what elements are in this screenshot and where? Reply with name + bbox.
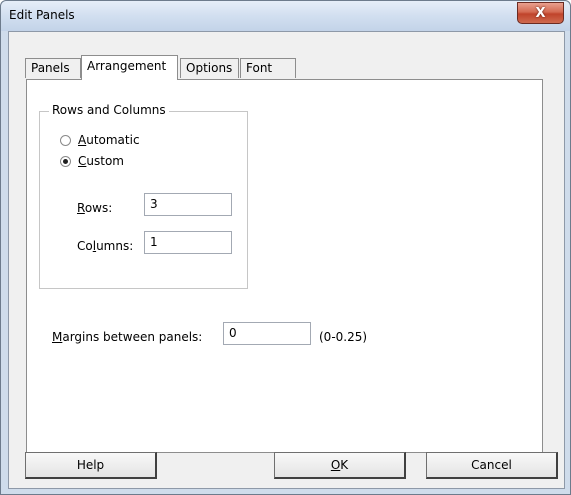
- margins-label: Margins between panels:: [52, 330, 203, 344]
- edit-panels-window: Edit Panels X Panels Arrangement Options…: [0, 0, 571, 495]
- margins-input[interactable]: 0: [223, 322, 311, 345]
- close-button[interactable]: X: [517, 2, 564, 24]
- title-bar[interactable]: Edit Panels X: [1, 1, 570, 31]
- ok-button-label: OK: [330, 458, 349, 472]
- cancel-button[interactable]: Cancel: [426, 452, 558, 479]
- tab-options[interactable]: Options: [180, 58, 239, 78]
- window-title: Edit Panels: [9, 8, 75, 22]
- ok-button[interactable]: OK: [274, 452, 406, 479]
- automatic-radio[interactable]: [60, 135, 71, 146]
- margins-range-text: (0-0.25): [319, 330, 368, 344]
- tab-label: Panels: [31, 61, 70, 75]
- cancel-button-label: Cancel: [471, 458, 512, 472]
- radio-selected-dot: [63, 159, 68, 164]
- tab-label: Arrangement: [87, 59, 167, 73]
- rows-columns-group-label: Rows and Columns: [49, 103, 169, 117]
- rows-label: Rows:: [77, 201, 113, 215]
- tab-label: Font: [246, 61, 273, 75]
- columns-input[interactable]: 1: [144, 231, 232, 254]
- tab-label: Options: [186, 61, 233, 75]
- close-icon: X: [535, 5, 546, 21]
- automatic-label[interactable]: Automatic: [78, 133, 140, 147]
- help-button-label: Help: [76, 458, 105, 472]
- custom-radio[interactable]: [60, 156, 71, 167]
- custom-label[interactable]: Custom: [78, 154, 124, 168]
- tab-panels[interactable]: Panels: [25, 58, 81, 78]
- columns-label: Columns:: [77, 239, 134, 253]
- help-button[interactable]: Help: [25, 452, 157, 479]
- tab-font[interactable]: Font: [240, 58, 296, 78]
- tab-arrangement[interactable]: Arrangement: [81, 55, 178, 80]
- rows-input[interactable]: 3: [144, 193, 232, 216]
